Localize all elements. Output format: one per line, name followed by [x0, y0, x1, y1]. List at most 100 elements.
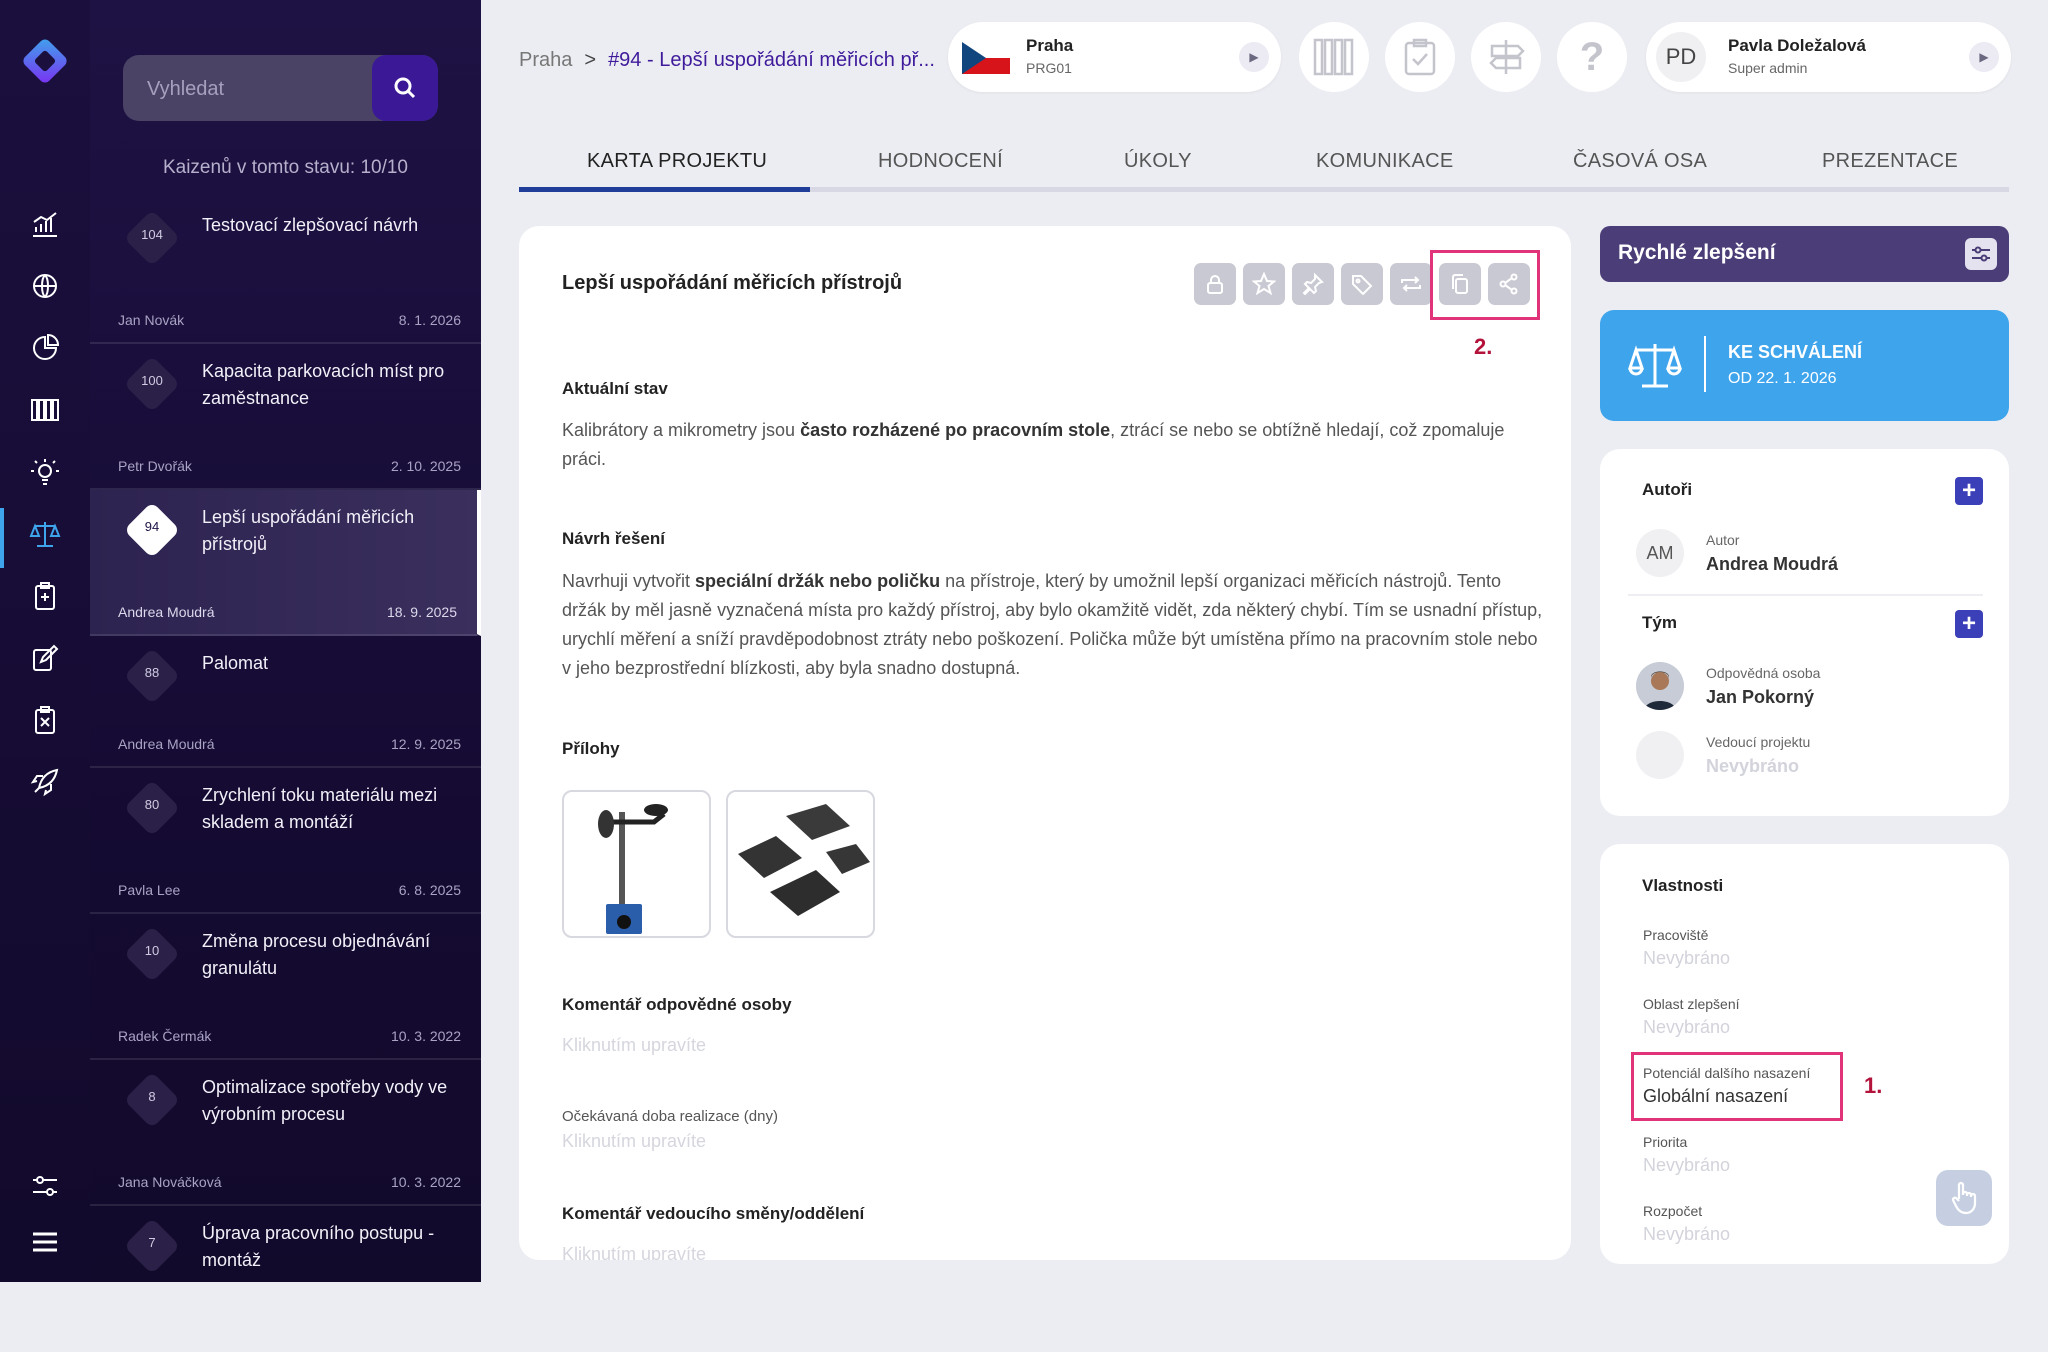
quick-improvement-header: Rychlé zlepšení: [1600, 226, 2009, 282]
filter-button[interactable]: [1965, 238, 1997, 270]
property-label: Rozpočet: [1643, 1203, 1703, 1219]
touch-mode-button[interactable]: [1936, 1170, 1992, 1226]
search-button[interactable]: [372, 55, 438, 121]
attachment-thumbnail[interactable]: [562, 790, 711, 938]
attachment-thumbnail[interactable]: [726, 790, 875, 938]
clipboard-check-icon: [1404, 38, 1436, 76]
tab-evaluation[interactable]: HODNOCENÍ: [878, 150, 1003, 173]
project-lead-role: Vedoucí projektu: [1706, 734, 1811, 750]
quick-improvement-title: Rychlé zlepšení: [1618, 241, 1776, 264]
project-lead-name[interactable]: Nevybráno: [1706, 756, 1799, 777]
comment-lead-field[interactable]: Kliknutím upravíte: [562, 1244, 706, 1260]
property-value[interactable]: Nevybráno: [1643, 1155, 1730, 1176]
tab-project-card[interactable]: KARTA PROJEKTU: [587, 150, 767, 173]
state-count: Kaizenů v tomto stavu: 10/10: [162, 157, 409, 178]
list-item-active[interactable]: 94 Lepší uspořádání měřicích přístrojů A…: [90, 490, 481, 636]
menu-icon[interactable]: [27, 1224, 63, 1260]
trays-image: [738, 804, 870, 916]
item-number: 100: [141, 373, 163, 388]
comment-lead-label: Komentář vedoucího směny/oddělení: [562, 1204, 865, 1223]
tab-presentation[interactable]: PREZENTACE: [1822, 150, 1958, 173]
add-author-button[interactable]: +: [1955, 477, 1983, 505]
search-icon: [394, 77, 416, 99]
status-title: KE SCHVÁLENÍ: [1728, 342, 1863, 362]
icon-rail: [0, 0, 90, 1282]
tab-tasks[interactable]: ÚKOLY: [1124, 150, 1192, 173]
help-button[interactable]: ?: [1557, 22, 1627, 92]
star-icon: [1252, 272, 1276, 296]
tab-communication[interactable]: KOMUNIKACE: [1316, 150, 1453, 173]
board-icon[interactable]: [27, 392, 63, 428]
add-team-member-button[interactable]: +: [1955, 610, 1983, 638]
repeat-button[interactable]: [1390, 263, 1432, 305]
lightbulb-icon[interactable]: [27, 454, 63, 490]
item-author: Pavla Lee: [118, 882, 181, 898]
settings-sliders-icon[interactable]: [27, 1168, 63, 1204]
responsible-name[interactable]: Jan Pokorný: [1706, 687, 1814, 708]
people-card: Autoři + AM Autor Andrea Moudrá Tým + Od…: [1600, 449, 2009, 816]
solution-text[interactable]: Navrhuji vytvořit speciální držák nebo p…: [562, 567, 1547, 683]
breadcrumb-root[interactable]: Praha: [519, 49, 572, 71]
scales-icon[interactable]: [27, 516, 63, 552]
plus-icon: +: [1961, 477, 1976, 504]
comment-responsible-label: Komentář odpovědné osoby: [562, 995, 792, 1014]
top-bar: Praha > #94 - Lepší uspořádání měřicích př…: [481, 0, 2048, 110]
solution-label: Návrh řešení: [562, 529, 665, 548]
annotation-2: 2.: [1474, 334, 1493, 359]
board-button[interactable]: [1299, 22, 1369, 92]
search-box[interactable]: Vyhledat: [123, 55, 438, 121]
list-item[interactable]: 100 Kapacita parkovacích míst pro zaměst…: [90, 344, 481, 490]
highlight-box-2: [1430, 250, 1540, 320]
search-input[interactable]: Vyhledat: [147, 78, 224, 101]
breadcrumb-separator: >: [584, 49, 597, 71]
user-name: Pavla Doležalová: [1728, 36, 1866, 55]
item-number: 8: [148, 1089, 156, 1104]
item-date: 12. 9. 2025: [390, 736, 461, 752]
dial-indicator-image: [598, 804, 668, 934]
repeat-icon: [1401, 276, 1421, 292]
question-icon: ?: [1579, 34, 1605, 79]
item-date: 10. 3. 2022: [390, 1174, 461, 1190]
list-item[interactable]: 104 Testovací zlepšovací návrh Jan Novák…: [90, 198, 481, 344]
tag-button[interactable]: [1341, 263, 1383, 305]
tasks-button[interactable]: [1385, 22, 1455, 92]
location-switcher[interactable]: Praha PRG01 ▶: [948, 22, 1281, 92]
user-avatar: PD: [1656, 32, 1706, 82]
property-label: Priorita: [1643, 1134, 1688, 1150]
kaizen-list-panel: Vyhledat Kaizenů v tomto stavu: 10/10 10…: [90, 0, 481, 1282]
tag-icon: [1352, 275, 1373, 295]
current-state-text[interactable]: Kalibrátory a mikrometry jsou často rozh…: [562, 416, 1547, 474]
list-item[interactable]: 7 Úprava pracovního postupu - montáž: [90, 1206, 481, 1352]
property-value[interactable]: Nevybráno: [1643, 1224, 1730, 1245]
property-value[interactable]: Nevybráno: [1643, 1017, 1730, 1038]
edit-document-icon[interactable]: [27, 640, 63, 676]
analytics-icon[interactable]: [27, 206, 63, 242]
project-lead-avatar: [1636, 731, 1684, 779]
pie-chart-icon[interactable]: [27, 330, 63, 366]
rocket-icon[interactable]: [27, 764, 63, 800]
highlight-box-1: [1631, 1052, 1843, 1121]
comment-responsible-field[interactable]: Kliknutím upravíte: [562, 1035, 706, 1056]
lock-button[interactable]: [1194, 263, 1236, 305]
breadcrumb: Praha > #94 - Lepší uspořádání měřicích př…: [519, 49, 935, 72]
list-item[interactable]: 88 Palomat Andrea Moudrá 12. 9. 2025: [90, 636, 481, 768]
list-item[interactable]: 10 Změna procesu objednávání granulátu R…: [90, 914, 481, 1060]
item-title: Testovací zlepšovací návrh: [202, 215, 419, 235]
app-logo-icon[interactable]: [18, 34, 72, 88]
list-item[interactable]: 8 Optimalizace spotřeby vody ve výrobním…: [90, 1060, 481, 1206]
responsible-role: Odpovědná osoba: [1706, 665, 1821, 681]
list-item[interactable]: 80 Zrychlení toku materiálu mezi skladem…: [90, 768, 481, 914]
user-menu[interactable]: PD Pavla Doležalová Super admin ▶: [1646, 22, 2011, 92]
property-label: Oblast zlepšení: [1643, 996, 1740, 1012]
favorite-button[interactable]: [1243, 263, 1285, 305]
author-name[interactable]: Andrea Moudrá: [1706, 554, 1838, 575]
clipboard-x-icon[interactable]: [27, 702, 63, 738]
signpost-button[interactable]: [1471, 22, 1541, 92]
expected-duration-field[interactable]: Kliknutím upravíte: [562, 1131, 706, 1152]
tab-timeline[interactable]: ČASOVÁ OSA: [1573, 150, 1707, 173]
item-number: 94: [144, 519, 160, 534]
clipboard-plus-icon[interactable]: [27, 578, 63, 614]
globe-icon[interactable]: [27, 268, 63, 304]
property-value[interactable]: Nevybráno: [1643, 948, 1730, 969]
pin-button[interactable]: [1292, 263, 1334, 305]
